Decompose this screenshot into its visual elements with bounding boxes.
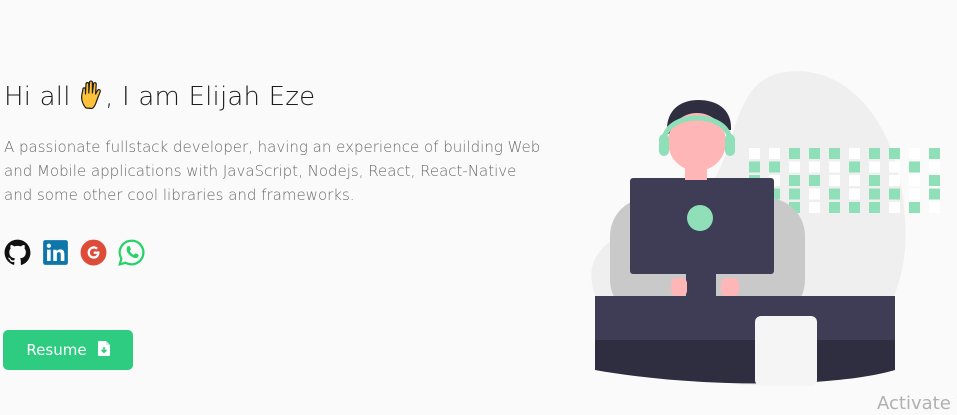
grid-square [829, 161, 840, 173]
grid-square [909, 161, 920, 173]
developer-illustration [591, 71, 940, 386]
google-link[interactable] [80, 239, 107, 266]
grid-square [929, 202, 940, 213]
right-hand [721, 278, 739, 296]
grid-square [849, 161, 860, 173]
grid-square [869, 148, 880, 159]
grid-square [889, 202, 900, 213]
grid-square [829, 202, 840, 213]
grid-square [809, 148, 820, 159]
linkedin-icon [43, 240, 68, 265]
left-ear-cup [659, 134, 669, 156]
social-links [4, 239, 145, 266]
grid-square [889, 188, 900, 200]
hero-page: Hi all , I am Elijah Eze A passionate fu… [0, 0, 957, 415]
grid-square [789, 161, 800, 173]
grid-square [749, 148, 760, 159]
left-hand [671, 278, 687, 296]
right-ear-cup [725, 134, 735, 156]
grid-square [909, 175, 920, 186]
grid-square [869, 175, 880, 186]
whatsapp-icon [118, 239, 145, 266]
grid-square [869, 202, 880, 213]
monitor-logo [687, 205, 713, 231]
greeting-heading: Hi all , I am Elijah Eze [4, 80, 315, 117]
waving-hand-icon [80, 80, 104, 117]
hero-subtitle: A passionate fullstack developer, having… [4, 138, 541, 204]
grid-square [829, 148, 840, 159]
grid-square [769, 148, 780, 159]
resume-label: Resume [26, 341, 87, 359]
grid-square [829, 188, 840, 200]
file-download-icon [97, 340, 110, 360]
grid-square [929, 148, 940, 159]
paper [755, 316, 817, 386]
google-icon [80, 239, 107, 266]
grid-square [789, 175, 800, 186]
grid-square [829, 175, 840, 186]
grid-square [849, 175, 860, 186]
resume-button[interactable]: Resume [3, 330, 133, 370]
grid-square [929, 188, 940, 200]
grid-square [849, 148, 860, 159]
grid-square [849, 202, 860, 213]
grid-square [889, 148, 900, 159]
grid-square [929, 175, 940, 186]
greeting-prefix: Hi all [4, 82, 71, 112]
grid-square [929, 161, 940, 173]
grid-square [809, 202, 820, 213]
linkedin-link[interactable] [42, 239, 69, 266]
whatsapp-link[interactable] [118, 239, 145, 266]
grid-square [809, 175, 820, 186]
grid-square [869, 161, 880, 173]
grid-square [909, 202, 920, 213]
grid-square [909, 148, 920, 159]
grid-square [869, 188, 880, 200]
grid-square [789, 148, 800, 159]
activate-windows-watermark: Activate V [877, 393, 957, 414]
grid-square [809, 188, 820, 200]
github-link[interactable] [4, 239, 31, 266]
grid-square [769, 161, 780, 173]
desk [595, 296, 895, 340]
grid-square [809, 161, 820, 173]
github-icon [4, 239, 31, 265]
grid-square [789, 188, 800, 200]
greeting-suffix: , I am Elijah Eze [105, 82, 316, 112]
grid-square [909, 188, 920, 200]
grid-square [889, 161, 900, 173]
monitor-stand [686, 274, 716, 296]
grid-square [849, 188, 860, 200]
desk-base [595, 340, 895, 384]
grid-square [889, 175, 900, 186]
grid-square [749, 161, 760, 173]
